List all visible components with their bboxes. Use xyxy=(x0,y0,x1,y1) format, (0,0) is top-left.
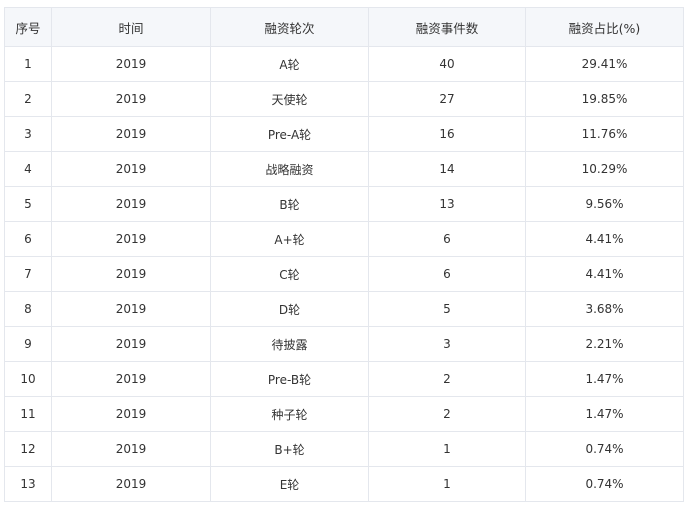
cell-time: 2019 xyxy=(51,291,211,327)
table-row: 12 2019 B+轮 1 0.74% xyxy=(4,431,684,467)
table-row: 4 2019 战略融资 14 10.29% xyxy=(4,151,684,187)
cell-time: 2019 xyxy=(51,151,211,187)
table-row: 6 2019 A+轮 6 4.41% xyxy=(4,221,684,257)
cell-share: 29.41% xyxy=(525,46,684,82)
cell-event-count: 2 xyxy=(368,396,526,432)
cell-event-count: 6 xyxy=(368,221,526,257)
cell-time: 2019 xyxy=(51,46,211,82)
cell-share: 4.41% xyxy=(525,221,684,257)
cell-round: D轮 xyxy=(210,291,369,327)
cell-event-count: 1 xyxy=(368,431,526,467)
table-container: 序号 时间 融资轮次 融资事件数 融资占比(%) 1 2019 A轮 40 29.41%… xyxy=(4,7,684,502)
table-row: 7 2019 C轮 6 4.41% xyxy=(4,256,684,292)
cell-time: 2019 xyxy=(51,221,211,257)
header-round: 融资轮次 xyxy=(210,7,369,47)
cell-round: B+轮 xyxy=(210,431,369,467)
table-header: 序号 时间 融资轮次 融资事件数 融资占比(%) xyxy=(4,7,684,47)
cell-share: 0.74% xyxy=(525,466,684,502)
cell-time: 2019 xyxy=(51,116,211,152)
table-row: 8 2019 D轮 5 3.68% xyxy=(4,291,684,327)
header-event-count: 融资事件数 xyxy=(368,7,526,47)
cell-time: 2019 xyxy=(51,466,211,502)
cell-round: C轮 xyxy=(210,256,369,292)
cell-index: 5 xyxy=(4,186,52,222)
cell-share: 11.76% xyxy=(525,116,684,152)
header-share: 融资占比(%) xyxy=(525,7,684,47)
cell-index: 3 xyxy=(4,116,52,152)
cell-time: 2019 xyxy=(51,326,211,362)
cell-index: 13 xyxy=(4,466,52,502)
cell-share: 2.21% xyxy=(525,326,684,362)
cell-share: 4.41% xyxy=(525,256,684,292)
cell-round: B轮 xyxy=(210,186,369,222)
cell-share: 0.74% xyxy=(525,431,684,467)
table-row: 13 2019 E轮 1 0.74% xyxy=(4,466,684,502)
table-row: 3 2019 Pre-A轮 16 11.76% xyxy=(4,116,684,152)
table-row: 9 2019 待披露 3 2.21% xyxy=(4,326,684,362)
cell-index: 6 xyxy=(4,221,52,257)
cell-event-count: 13 xyxy=(368,186,526,222)
cell-event-count: 3 xyxy=(368,326,526,362)
cell-round: 种子轮 xyxy=(210,396,369,432)
cell-event-count: 6 xyxy=(368,256,526,292)
cell-round: 战略融资 xyxy=(210,151,369,187)
cell-share: 9.56% xyxy=(525,186,684,222)
cell-event-count: 16 xyxy=(368,116,526,152)
cell-share: 3.68% xyxy=(525,291,684,327)
cell-round: A轮 xyxy=(210,46,369,82)
cell-share: 1.47% xyxy=(525,361,684,397)
cell-event-count: 40 xyxy=(368,46,526,82)
cell-share: 19.85% xyxy=(525,81,684,117)
cell-index: 11 xyxy=(4,396,52,432)
cell-index: 8 xyxy=(4,291,52,327)
cell-index: 9 xyxy=(4,326,52,362)
table-row: 2 2019 天使轮 27 19.85% xyxy=(4,81,684,117)
table-row: 5 2019 B轮 13 9.56% xyxy=(4,186,684,222)
cell-index: 12 xyxy=(4,431,52,467)
cell-event-count: 5 xyxy=(368,291,526,327)
cell-event-count: 2 xyxy=(368,361,526,397)
header-index: 序号 xyxy=(4,7,52,47)
cell-event-count: 27 xyxy=(368,81,526,117)
cell-round: Pre-B轮 xyxy=(210,361,369,397)
cell-share: 1.47% xyxy=(525,396,684,432)
cell-time: 2019 xyxy=(51,361,211,397)
table-body: 1 2019 A轮 40 29.41% 2 2019 天使轮 27 19.85% 3 2019 Pre-… xyxy=(4,46,684,502)
cell-time: 2019 xyxy=(51,186,211,222)
cell-time: 2019 xyxy=(51,256,211,292)
cell-index: 2 xyxy=(4,81,52,117)
header-row: 序号 时间 融资轮次 融资事件数 融资占比(%) xyxy=(4,7,684,47)
cell-index: 4 xyxy=(4,151,52,187)
financing-rounds-table: 序号 时间 融资轮次 融资事件数 融资占比(%) 1 2019 A轮 40 29.41%… xyxy=(4,7,684,502)
cell-round: 待披露 xyxy=(210,326,369,362)
cell-time: 2019 xyxy=(51,396,211,432)
cell-round: 天使轮 xyxy=(210,81,369,117)
table-row: 10 2019 Pre-B轮 2 1.47% xyxy=(4,361,684,397)
cell-index: 7 xyxy=(4,256,52,292)
cell-index: 1 xyxy=(4,46,52,82)
cell-event-count: 14 xyxy=(368,151,526,187)
cell-index: 10 xyxy=(4,361,52,397)
table-row: 1 2019 A轮 40 29.41% xyxy=(4,46,684,82)
cell-round: E轮 xyxy=(210,466,369,502)
cell-round: Pre-A轮 xyxy=(210,116,369,152)
cell-share: 10.29% xyxy=(525,151,684,187)
cell-round: A+轮 xyxy=(210,221,369,257)
cell-time: 2019 xyxy=(51,81,211,117)
table-row: 11 2019 种子轮 2 1.47% xyxy=(4,396,684,432)
cell-time: 2019 xyxy=(51,431,211,467)
cell-event-count: 1 xyxy=(368,466,526,502)
header-time: 时间 xyxy=(51,7,211,47)
